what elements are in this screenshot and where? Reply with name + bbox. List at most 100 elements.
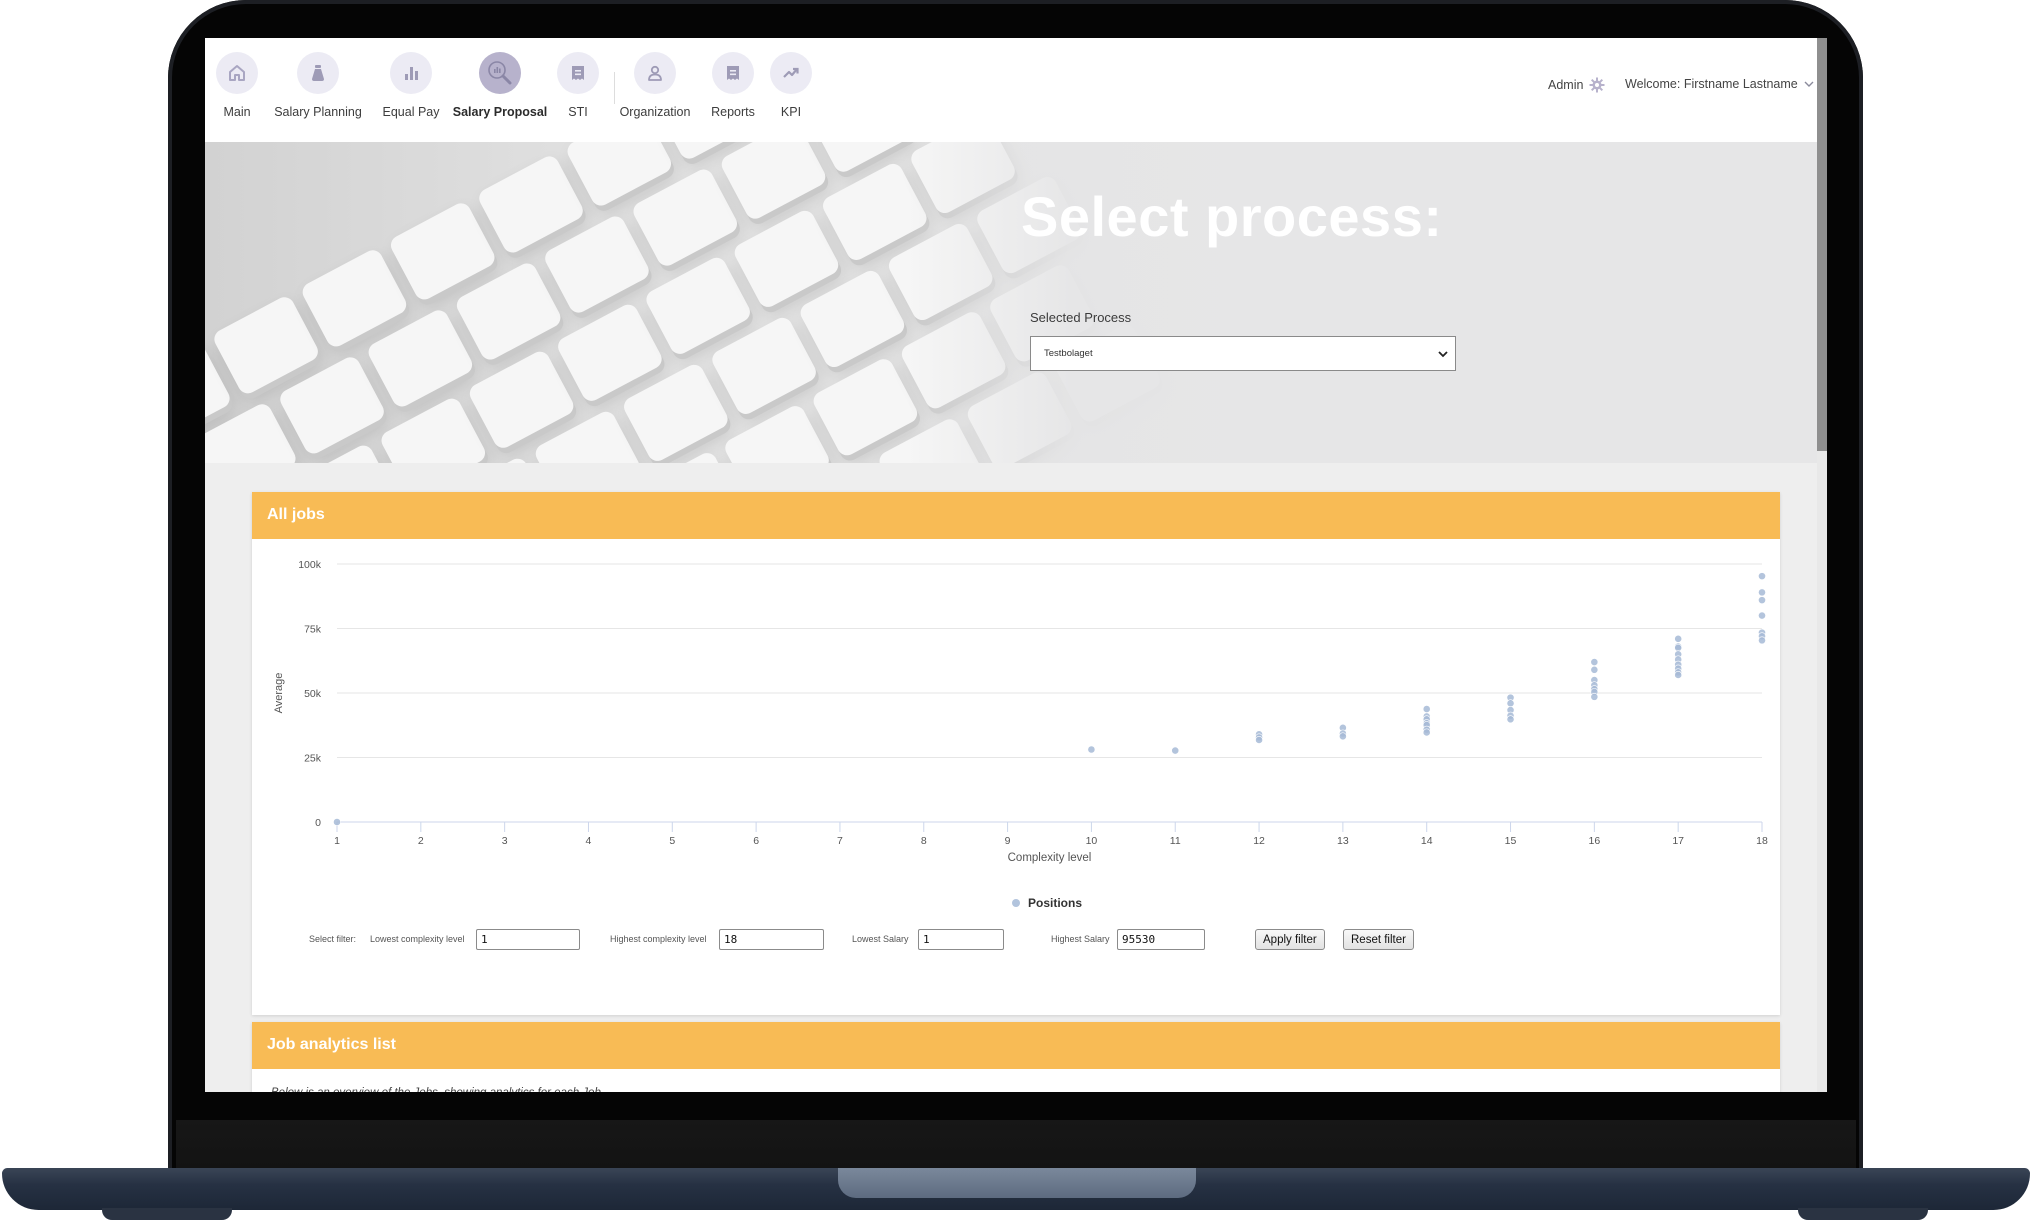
nav-icon-circle <box>390 52 432 94</box>
x-tick-label: 16 <box>1589 835 1601 847</box>
nav-label: Main <box>223 105 251 119</box>
x-tick-label: 11 <box>1170 835 1181 847</box>
data-point <box>1758 636 1766 645</box>
process-select-value: Testbolaget <box>1044 348 1093 359</box>
data-point <box>1758 596 1766 605</box>
nav-item-salary-proposal[interactable]: Salary Proposal <box>445 52 555 119</box>
trend-up-icon <box>783 67 799 78</box>
chevron-down-icon <box>1438 350 1448 357</box>
x-tick-label: 6 <box>753 835 759 847</box>
highest-salary-label: Highest Salary <box>1051 934 1110 944</box>
select-filter-label: Select filter: <box>309 934 357 944</box>
money-bag-icon <box>312 65 324 81</box>
scrollbar-thumb[interactable] <box>1817 38 1827 451</box>
keyboard-key-image <box>378 395 489 463</box>
data-point <box>1674 643 1683 652</box>
laptop-foot <box>102 1208 232 1220</box>
receipt-icon <box>727 66 739 80</box>
nav-icon-circle-active <box>479 52 521 94</box>
nav-icon-circle <box>297 52 339 94</box>
laptop-foot <box>1798 1208 1928 1220</box>
laptop-mockup: Main Salary Planning Equal Pay Salary Pr… <box>0 0 2032 1229</box>
nav-item-sti[interactable]: STI <box>556 52 600 119</box>
y-tick-label: 100k <box>298 559 322 571</box>
person-icon <box>648 65 662 81</box>
nav-item-organization[interactable]: Organization <box>615 52 695 119</box>
data-point <box>1506 699 1515 708</box>
x-tick-label: 15 <box>1505 835 1517 847</box>
magnifier-chart-icon <box>488 61 512 85</box>
lowest-complexity-input[interactable] <box>476 929 580 950</box>
nav-icon-circle <box>216 52 258 94</box>
nav-label: Organization <box>619 105 691 119</box>
lowest-complexity-label: Lowest complexity level <box>370 934 465 944</box>
x-tick-label: 3 <box>502 835 508 847</box>
receipt-icon <box>572 66 584 80</box>
bar-chart-icon <box>405 67 418 80</box>
data-point <box>1674 671 1683 679</box>
data-point <box>1171 746 1180 755</box>
x-tick-label: 8 <box>921 835 927 847</box>
x-axis-label: Complexity level <box>1008 852 1092 864</box>
legend-marker <box>1012 899 1020 907</box>
data-point <box>1590 692 1599 701</box>
process-select[interactable]: Testbolaget <box>1030 336 1456 371</box>
nav-icon-circle <box>557 52 599 94</box>
nav-icon-circle <box>712 52 754 94</box>
data-point <box>1087 745 1096 754</box>
nav-item-main[interactable]: Main <box>215 52 259 119</box>
selected-process-label: Selected Process <box>1030 310 1132 325</box>
top-navigation: Main Salary Planning Equal Pay Salary Pr… <box>205 38 1817 142</box>
x-tick-label: 5 <box>669 835 675 847</box>
x-tick-label: 9 <box>1005 835 1011 847</box>
x-tick-label: 18 <box>1756 835 1768 847</box>
job-analytics-card: Job analytics list Below is an overview … <box>252 1022 1780 1092</box>
welcome-label: Welcome: Firstname Lastname <box>1625 77 1798 91</box>
nav-label: STI <box>568 105 588 119</box>
x-tick-label: 4 <box>586 835 592 847</box>
data-point <box>333 818 341 826</box>
highest-complexity-input[interactable] <box>719 929 824 950</box>
x-tick-label: 2 <box>418 835 424 847</box>
all-jobs-card: All jobs 0 25k 50k 75k 100k 1 2 3 4 5 6 7 8 9 10 11 12 1… <box>252 492 1780 1015</box>
hero-banner: Select process: Selected Process Testbol… <box>205 142 1817 463</box>
admin-menu[interactable]: Admin <box>1548 77 1605 93</box>
data-point <box>1590 658 1599 666</box>
y-tick-label: 25k <box>304 753 322 765</box>
filter-bar: Select filter: Lowest complexity level H… <box>309 929 1769 951</box>
nav-label: Salary Planning <box>274 105 362 119</box>
keyboard-key-image <box>718 142 829 223</box>
reset-filter-button[interactable]: Reset filter <box>1343 929 1414 950</box>
y-tick-label: 0 <box>315 817 321 829</box>
data-point <box>1422 728 1431 737</box>
data-point <box>1758 588 1766 597</box>
home-icon <box>229 65 245 81</box>
y-axis-label: Average <box>273 673 285 714</box>
apply-filter-button[interactable]: Apply filter <box>1255 929 1325 950</box>
data-point <box>1506 715 1515 724</box>
page-title: Select process: <box>1021 185 1443 248</box>
nav-item-equal-pay[interactable]: Equal Pay <box>381 52 441 119</box>
x-tick-label: 10 <box>1086 835 1098 847</box>
card-title: All jobs <box>252 492 1780 539</box>
user-menu[interactable]: Welcome: Firstname Lastname <box>1625 77 1814 91</box>
nav-icon-circle <box>770 52 812 94</box>
nav-item-kpi[interactable]: KPI <box>769 52 813 119</box>
nav-item-salary-planning[interactable]: Salary Planning <box>273 52 363 119</box>
chevron-down-icon <box>1804 81 1814 87</box>
x-tick-label: 13 <box>1337 835 1349 847</box>
data-point <box>1590 665 1599 674</box>
lowest-salary-input[interactable] <box>918 929 1004 950</box>
legend-item-positions[interactable]: Positions <box>1012 896 1082 910</box>
highest-salary-input[interactable] <box>1117 929 1205 950</box>
data-point <box>1255 736 1263 744</box>
x-tick-label: 14 <box>1421 835 1433 847</box>
data-point <box>1338 732 1347 741</box>
gear-icon <box>1589 77 1605 93</box>
lowest-salary-label: Lowest Salary <box>852 934 909 944</box>
admin-label: Admin <box>1548 78 1584 92</box>
highest-complexity-label: Highest complexity level <box>610 934 707 944</box>
nav-item-reports[interactable]: Reports <box>703 52 763 119</box>
page-scrollbar[interactable] <box>1817 38 1827 1092</box>
x-tick-label: 17 <box>1672 835 1684 847</box>
